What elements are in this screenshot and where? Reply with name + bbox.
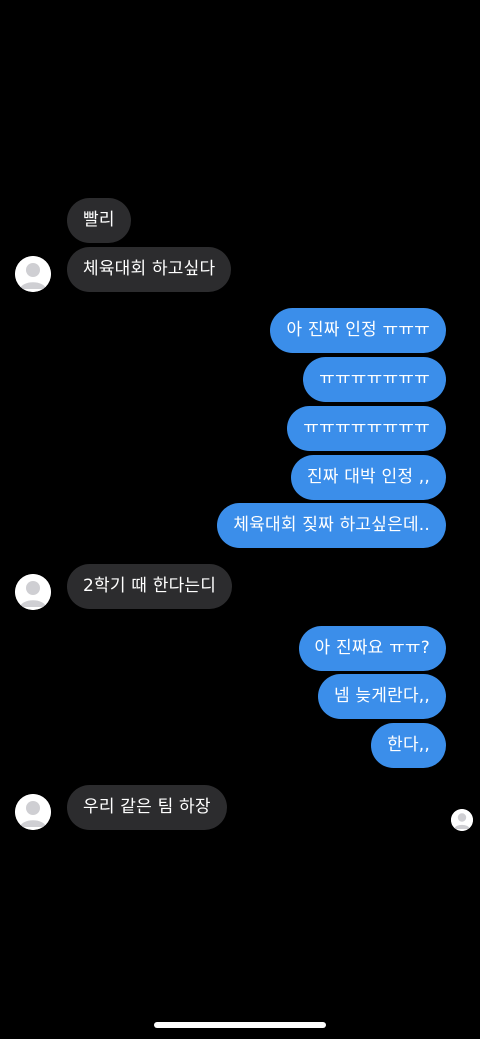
outgoing-message[interactable]: 아 진짜요 ㅠㅠ? [298, 626, 446, 671]
outgoing-message[interactable]: ㅠㅠㅠㅠㅠㅠㅠ [303, 357, 446, 402]
default-profile-icon[interactable] [15, 574, 51, 610]
outgoing-message[interactable]: ㅠㅠㅠㅠㅠㅠㅠㅠ [287, 406, 446, 451]
outgoing-message[interactable]: 한다,, [371, 723, 446, 768]
incoming-message[interactable]: 체육대회 하고싶다 [67, 247, 232, 292]
outgoing-message[interactable]: 체육대회 짖짜 하고싶은데.. [217, 503, 446, 548]
default-profile-icon[interactable] [15, 256, 51, 292]
outgoing-message[interactable]: 진짜 대박 인정 ,, [290, 455, 446, 500]
home-indicator[interactable] [154, 1022, 326, 1028]
outgoing-message[interactable]: 넴 늦게란다,, [317, 674, 446, 719]
default-profile-icon[interactable] [15, 794, 51, 830]
outgoing-message[interactable]: 아 진짜 인정 ㅠㅠㅠ [270, 308, 446, 353]
incoming-message[interactable]: 2학기 때 한다는디 [67, 564, 233, 609]
incoming-message[interactable]: 우리 같은 팀 하장 [67, 785, 227, 830]
read-receipt-avatar-icon [451, 809, 473, 831]
incoming-message[interactable]: 빨리 [67, 198, 131, 243]
